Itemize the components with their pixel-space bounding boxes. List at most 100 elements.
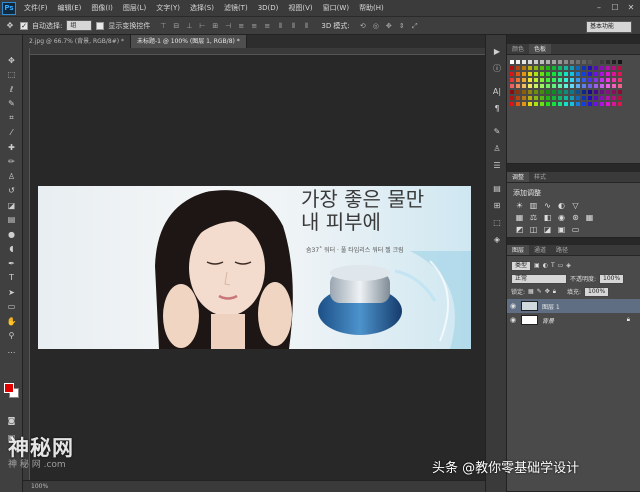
fill-input[interactable]: 100% (584, 286, 610, 297)
auto-select-checkbox[interactable]: ✓ (20, 21, 28, 30)
menu-select[interactable]: 选择(S) (185, 3, 219, 13)
black-white-icon[interactable]: ◧ (543, 213, 552, 222)
type-tool-icon[interactable]: T (0, 271, 23, 286)
selective-color-icon[interactable]: ▣ (557, 225, 566, 234)
menu-edit[interactable]: 编辑(E) (53, 3, 87, 13)
clone-stamp-tool-icon[interactable]: ♙ (0, 169, 23, 184)
layer-row-background[interactable]: ◉ 背景 🔒︎ (507, 313, 640, 327)
tab-adjustments[interactable]: 调整 (507, 172, 530, 182)
3d-roll-icon[interactable]: ◎ (371, 21, 381, 31)
marquee-tool-icon[interactable]: ⬚ (0, 68, 23, 83)
curves-icon[interactable]: ∿ (543, 201, 552, 210)
layer-name[interactable]: 图层 1 (542, 302, 560, 311)
exposure-icon[interactable]: ◐ (557, 201, 566, 210)
crop-tool-icon[interactable]: ⌗ (0, 111, 23, 126)
paragraph-icon[interactable]: ¶ (486, 100, 508, 117)
distribute-middle-icon[interactable]: ≡ (249, 21, 259, 31)
move-tool-icon[interactable]: ✥ (4, 20, 16, 32)
auto-select-dropdown[interactable]: 组 (66, 20, 93, 31)
distribute-center-icon[interactable]: ⦀ (288, 21, 298, 31)
distribute-left-icon[interactable]: ⦀ (275, 21, 285, 31)
layer-name[interactable]: 背景 (542, 316, 554, 325)
history-icon[interactable]: ☰ (486, 157, 508, 174)
quick-select-tool-icon[interactable]: ✎ (0, 97, 23, 112)
info-icon[interactable]: ⓘ (486, 60, 508, 77)
menu-file[interactable]: 文件(F) (19, 3, 53, 13)
menu-window[interactable]: 窗口(W) (318, 3, 354, 13)
pen-tool-icon[interactable]: ✒ (0, 256, 23, 271)
close-icon[interactable]: ✕ (624, 1, 638, 13)
tab-swatches[interactable]: 色板 (529, 44, 552, 54)
hue-saturation-icon[interactable]: ▦ (515, 213, 524, 222)
filter-shape-icon[interactable]: ▭ (558, 262, 564, 269)
lock-all-icon[interactable]: 🔒︎ (553, 288, 556, 296)
lock-position-icon[interactable]: ✥ (545, 288, 550, 295)
quick-mask-icon[interactable]: ◙ (0, 413, 23, 428)
show-transform-checkbox[interactable] (96, 21, 105, 30)
zoom-level[interactable]: 100% (31, 483, 48, 490)
more-tools-icon[interactable]: … (0, 343, 23, 358)
clone-source-icon[interactable]: ♙ (486, 140, 508, 157)
menu-view[interactable]: 视图(V) (283, 3, 317, 13)
hand-tool-icon[interactable]: ✋ (0, 314, 23, 329)
filter-type-icon[interactable]: T (551, 262, 555, 269)
menu-layer[interactable]: 图层(L) (118, 3, 151, 13)
brush-tool-icon[interactable]: ✏ (0, 155, 23, 170)
filter-pixel-icon[interactable]: ▣ (534, 262, 540, 269)
menu-image[interactable]: 图像(I) (86, 3, 118, 13)
actions-icon[interactable]: ▤ (486, 180, 508, 197)
filter-adjust-icon[interactable]: ◐ (543, 262, 548, 269)
tab-document-1[interactable]: 2.jpg @ 66.7% (背景, RGB/8#) * (23, 35, 131, 48)
menu-filter[interactable]: 滤镜(T) (219, 3, 253, 13)
vertical-ruler[interactable] (23, 48, 30, 492)
history-brush-tool-icon[interactable]: ↺ (0, 184, 23, 199)
tab-color[interactable]: 颜色 (507, 44, 529, 54)
tab-channels[interactable]: 通道 (529, 245, 551, 255)
properties-icon[interactable]: ⊞ (486, 197, 508, 214)
color-picker[interactable] (4, 383, 20, 399)
zoom-tool-icon[interactable]: ⚲ (0, 329, 23, 344)
threshold-icon[interactable]: ◪ (543, 225, 552, 234)
layer-filter-dropdown[interactable]: 类型 (511, 260, 532, 271)
distribute-bottom-icon[interactable]: ≡ (262, 21, 272, 31)
lasso-tool-icon[interactable]: ℓ (0, 82, 23, 97)
align-left-icon[interactable]: ⊢ (197, 21, 207, 31)
opacity-input[interactable]: 100% (599, 273, 625, 284)
blend-mode-dropdown[interactable]: 正常 (511, 273, 567, 284)
tab-paths[interactable]: 路径 (551, 245, 573, 255)
tab-document-2[interactable]: 未标题-1 @ 100% (图层 1, RGB/8) * (131, 35, 247, 48)
align-right-icon[interactable]: ⊣ (223, 21, 233, 31)
eraser-tool-icon[interactable]: ◪ (0, 198, 23, 213)
tab-layers[interactable]: 图层 (507, 245, 530, 255)
eyedropper-tool-icon[interactable]: ⁄ (0, 126, 23, 141)
distribute-right-icon[interactable]: ⦀ (301, 21, 311, 31)
align-top-icon[interactable]: ⊤ (158, 21, 168, 31)
3d-slide-icon[interactable]: ⇕ (397, 21, 407, 31)
align-center-icon[interactable]: ⊞ (210, 21, 220, 31)
play-icon[interactable]: ▶ (486, 43, 508, 60)
shape-tool-icon[interactable]: ▭ (0, 300, 23, 315)
3d-rotate-icon[interactable]: ⟲ (358, 21, 368, 31)
layer-comps-icon[interactable]: ◈ (486, 231, 508, 248)
horizontal-ruler[interactable] (23, 48, 485, 55)
tool-presets-icon[interactable]: ⬚ (486, 214, 508, 231)
gradient-tool-icon[interactable]: ▤ (0, 213, 23, 228)
menu-type[interactable]: 文字(Y) (151, 3, 185, 13)
brush-preset-icon[interactable]: ✎ (486, 123, 508, 140)
photo-filter-icon[interactable]: ◉ (557, 213, 566, 222)
posterize-icon[interactable]: ◫ (529, 225, 538, 234)
dodge-tool-icon[interactable]: ◖ (0, 242, 23, 257)
brightness-icon[interactable]: ☀ (515, 201, 524, 210)
move-tool-icon[interactable]: ✥ (0, 53, 23, 68)
filter-smart-icon[interactable]: ◈ (566, 262, 571, 269)
menu-help[interactable]: 帮助(H) (354, 3, 389, 13)
maximize-icon[interactable]: ☐ (608, 1, 622, 13)
visibility-eye-icon[interactable]: ◉ (507, 302, 519, 310)
vibrance-icon[interactable]: ▽ (571, 201, 580, 210)
distribute-top-icon[interactable]: ≡ (236, 21, 246, 31)
align-bottom-icon[interactable]: ⊥ (184, 21, 194, 31)
channel-mixer-icon[interactable]: ⊛ (571, 213, 580, 222)
blur-tool-icon[interactable]: ● (0, 227, 23, 242)
3d-scale-icon[interactable]: ⤢ (410, 21, 420, 31)
layer-row-1[interactable]: ◉ 图层 1 (507, 299, 640, 313)
